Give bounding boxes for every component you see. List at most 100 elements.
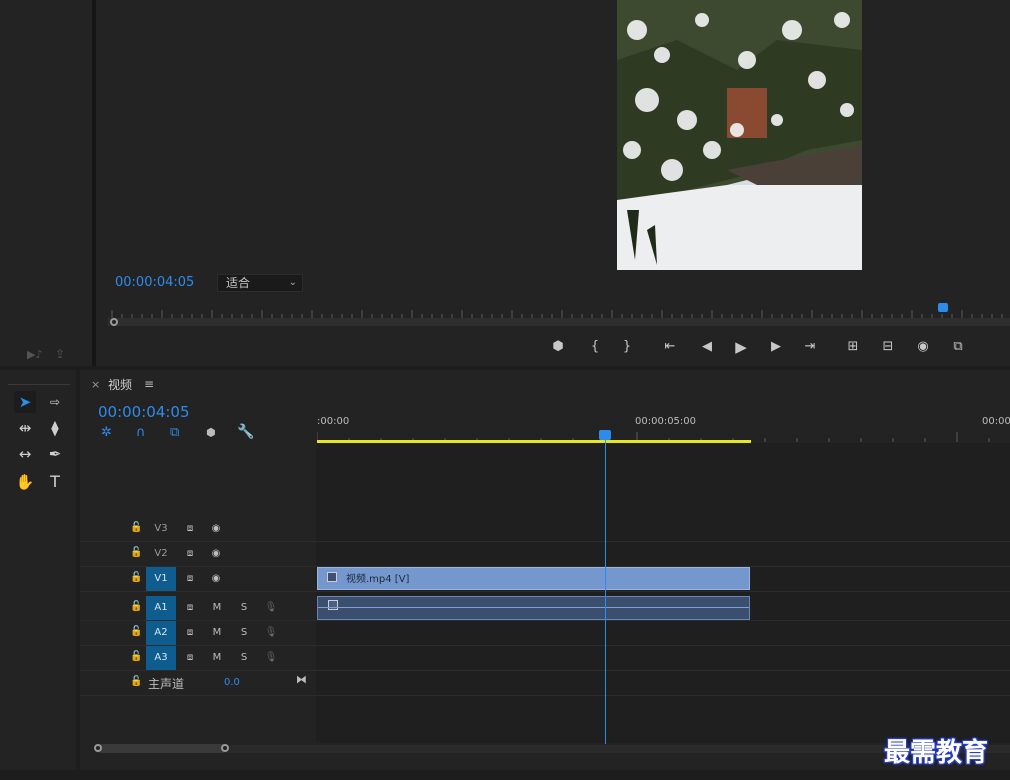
master-toggle-icon[interactable]: ⧓ xyxy=(296,673,307,686)
hand-tool-icon[interactable]: ✋ xyxy=(14,471,36,493)
export-frame-button[interactable]: ◉ xyxy=(913,338,933,356)
selection-tool-icon[interactable]: ➤ xyxy=(14,391,36,413)
solo-button[interactable]: S xyxy=(236,596,252,620)
sync-lock-icon[interactable]: ⧈ xyxy=(182,517,198,541)
clip-name: 视频.mp4 [V] xyxy=(346,574,410,585)
fit-zoom-value: 适合 xyxy=(226,276,251,290)
track-target-v3[interactable]: V3 xyxy=(146,517,176,541)
sequence-tab[interactable]: 视频 xyxy=(108,376,132,393)
add-marker-icon[interactable]: ⬢ xyxy=(206,426,216,439)
monitor-playhead[interactable] xyxy=(938,303,948,312)
sync-lock-icon[interactable]: ⧈ xyxy=(182,567,198,591)
timeline-scrollbar[interactable] xyxy=(95,745,1010,753)
timeline-timecode[interactable]: 00:00:04:05 xyxy=(98,403,190,421)
fx-badge-icon xyxy=(327,572,337,582)
sync-lock-icon[interactable]: ⧈ xyxy=(182,542,198,566)
close-tab-icon[interactable]: × xyxy=(91,378,100,391)
fx-badge-icon xyxy=(328,600,338,610)
snap-icon[interactable]: ∩ xyxy=(136,425,146,440)
track-target-a2[interactable]: A2 xyxy=(146,621,176,645)
monitor-scrub-bar[interactable] xyxy=(108,318,1010,326)
eye-icon[interactable]: ◉ xyxy=(208,517,224,541)
mark-out-button[interactable]: } xyxy=(617,338,637,356)
lock-icon[interactable]: 🔓 xyxy=(130,676,142,687)
video-clip[interactable]: 视频.mp4 [V] xyxy=(317,567,750,590)
go-to-in-button[interactable]: ⇤ xyxy=(660,338,680,356)
mute-button[interactable]: M xyxy=(209,596,225,620)
nest-sequence-icon[interactable]: ✲ xyxy=(101,425,112,440)
sync-lock-icon[interactable]: ⧈ xyxy=(182,646,198,670)
mute-button[interactable]: M xyxy=(209,646,225,670)
go-to-out-button[interactable]: ⇥ xyxy=(800,338,820,356)
mark-in-button[interactable]: { xyxy=(585,338,605,356)
ruler-label-start: :00:00 xyxy=(317,416,350,427)
lock-icon[interactable]: 🔓 xyxy=(130,626,142,637)
pen-tool-icon[interactable]: ✒ xyxy=(44,443,66,465)
scroll-left-handle[interactable] xyxy=(94,744,102,752)
ripple-edit-tool-icon[interactable]: ⇹ xyxy=(14,417,36,439)
panel-menu-icon[interactable]: ≡ xyxy=(144,377,154,391)
lock-icon[interactable]: 🔓 xyxy=(130,522,142,533)
track-select-tool-icon[interactable]: ⇨ xyxy=(44,391,66,413)
razor-tool-icon[interactable]: ⧫ xyxy=(44,417,66,439)
solo-button[interactable]: S xyxy=(236,646,252,670)
voiceover-mic-icon[interactable]: 🎙 xyxy=(263,596,279,620)
track-target-a3[interactable]: A3 xyxy=(146,646,176,670)
type-tool-icon[interactable]: T xyxy=(44,471,66,493)
scroll-right-handle[interactable] xyxy=(221,744,229,752)
export-icon[interactable]: ⇪ xyxy=(55,347,65,361)
slip-tool-icon[interactable]: ↔ xyxy=(14,443,36,465)
audio-track-row[interactable]: 🔓 A2 ⧈ M S 🎙 xyxy=(80,621,1010,646)
extract-button[interactable]: ⊟ xyxy=(878,338,898,356)
step-back-button[interactable]: ◀ xyxy=(697,338,717,356)
video-track-row[interactable]: 🔓 V2 ⧈ ◉ xyxy=(80,542,1010,567)
monitor-time-ruler[interactable] xyxy=(108,304,1010,318)
lock-icon[interactable]: 🔓 xyxy=(130,601,142,612)
lock-icon[interactable]: 🔓 xyxy=(130,572,142,583)
voiceover-mic-icon[interactable]: 🎙 xyxy=(263,621,279,645)
add-marker-button[interactable]: ⬢ xyxy=(548,338,568,356)
master-track-row[interactable]: 🔓 主声道 0.0 ⧓ xyxy=(80,671,1010,696)
eye-icon[interactable]: ◉ xyxy=(208,567,224,591)
timeline-scroll-thumb[interactable] xyxy=(98,744,226,753)
lock-icon[interactable]: 🔓 xyxy=(130,547,142,558)
timeline-track-area[interactable] xyxy=(316,443,1010,743)
source-panel: ▶♪ ⇪ xyxy=(0,0,92,366)
lock-icon[interactable]: 🔓 xyxy=(130,651,142,662)
audio-track-row[interactable]: 🔓 A3 ⧈ M S 🎙 xyxy=(80,646,1010,671)
fit-zoom-select[interactable]: 适合 ⌄ xyxy=(217,274,303,292)
master-track-label: 主声道 xyxy=(148,677,185,691)
solo-button[interactable]: S xyxy=(236,621,252,645)
track-target-v2[interactable]: V2 xyxy=(146,542,176,566)
tools-group: ➤ ⇨ ⇹ ⧫ ↔ ✒ ✋ T xyxy=(8,384,70,769)
audio-volume-line[interactable] xyxy=(318,607,749,608)
track-target-a1[interactable]: A1 xyxy=(146,596,176,620)
track-target-v1[interactable]: V1 xyxy=(146,567,176,591)
sync-lock-icon[interactable]: ⧈ xyxy=(182,596,198,620)
ruler-label-5s: 00:00:05:00 xyxy=(635,416,697,427)
playhead-line[interactable] xyxy=(605,432,606,744)
scrub-start-handle[interactable] xyxy=(110,318,118,326)
eye-icon[interactable]: ◉ xyxy=(208,542,224,566)
lift-button[interactable]: ⊞ xyxy=(843,338,863,356)
linked-selection-icon[interactable]: ⧉ xyxy=(170,425,179,440)
voiceover-mic-icon[interactable]: 🎙 xyxy=(263,646,279,670)
program-timecode[interactable]: 00:00:04:05 xyxy=(115,275,194,290)
video-track-row[interactable]: 🔓 V3 ⧈ ◉ xyxy=(80,517,1010,542)
timeline-ruler[interactable]: :00:00 00:00:05:00 00:00 xyxy=(317,408,1010,443)
video-preview xyxy=(617,0,862,270)
work-area-bar[interactable] xyxy=(317,440,751,443)
mute-button[interactable]: M xyxy=(209,621,225,645)
sync-lock-icon[interactable]: ⧈ xyxy=(182,621,198,645)
playhead-handle[interactable] xyxy=(599,430,611,440)
ruler-label-end: 00:00 xyxy=(982,416,1010,427)
insert-audio-icon[interactable]: ▶♪ xyxy=(27,348,42,361)
chevron-down-icon: ⌄ xyxy=(288,277,297,288)
watermark-logo: 最需教育 xyxy=(884,738,989,768)
play-button[interactable]: ▶ xyxy=(731,338,751,356)
wrench-icon[interactable]: 🔧 xyxy=(237,424,254,440)
master-volume-value[interactable]: 0.0 xyxy=(224,677,240,688)
audio-clip[interactable] xyxy=(317,596,750,620)
button-editor-button[interactable]: ⧉ xyxy=(948,338,968,356)
step-forward-button[interactable]: ▶ xyxy=(766,338,786,356)
